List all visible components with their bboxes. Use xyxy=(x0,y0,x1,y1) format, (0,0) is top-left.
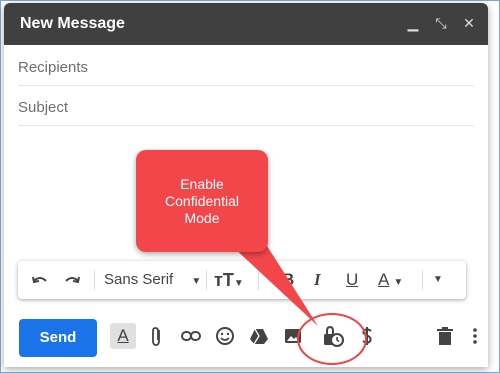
callout-text: Enable Confidential Mode xyxy=(136,176,268,227)
callout-line: Enable xyxy=(180,176,224,192)
callout-bubble: Enable Confidential Mode xyxy=(136,150,268,252)
callout-line: Mode xyxy=(184,210,220,226)
highlight-circle xyxy=(297,313,367,365)
callout-line: Confidential xyxy=(165,193,239,209)
